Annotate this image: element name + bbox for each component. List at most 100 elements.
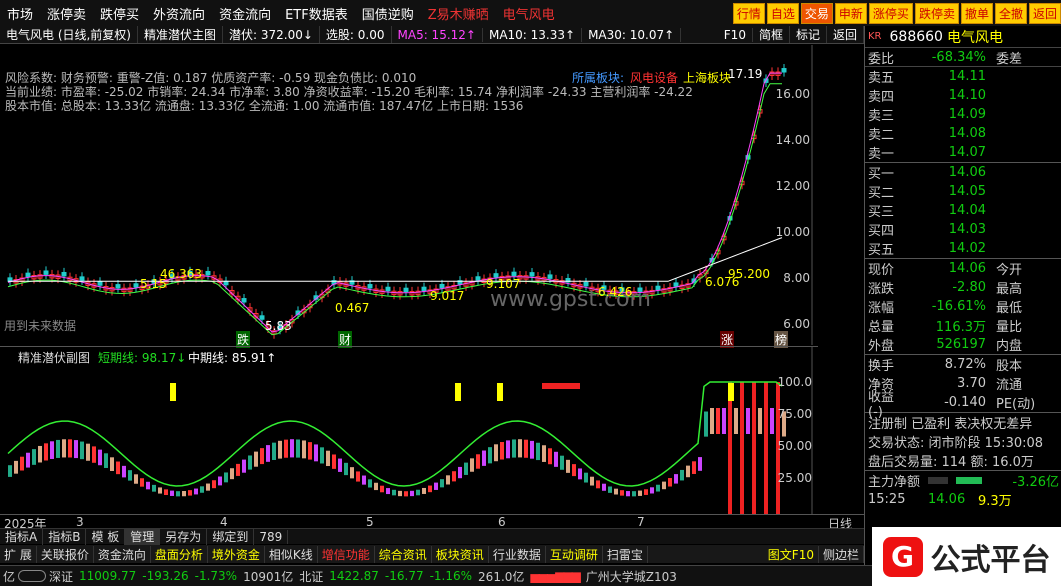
sub-bar [548, 448, 552, 465]
trade-button[interactable]: 交易 [800, 3, 833, 24]
tab-sidebar[interactable]: 侧边栏 [819, 545, 864, 563]
y-tick: 10.00 [775, 225, 810, 239]
period-bar-holder [0, 0, 1, 1]
signal-flag [497, 383, 503, 401]
tab-news[interactable]: 综合资讯 [375, 545, 432, 563]
tab-789[interactable]: 789 [254, 529, 289, 544]
menu-limit-down-buy[interactable]: 跌停买 [93, 4, 146, 23]
menu-etf-table[interactable]: ETF数据表 [278, 4, 355, 23]
quote-row: 换手 8.72% 股本 [865, 355, 1061, 374]
quote-value: 14.07 [948, 145, 986, 160]
tool-back[interactable]: 返回 [827, 26, 864, 43]
tab-template[interactable]: 模 板 [86, 528, 126, 545]
sub-bar [416, 489, 420, 496]
menu-repo[interactable]: 国债逆购 [355, 4, 421, 23]
tab-extend[interactable]: 扩 展 [0, 545, 37, 563]
tool-f10[interactable]: F10 [718, 27, 753, 42]
sub-bar [218, 476, 222, 486]
candle-body [241, 298, 247, 303]
candle-body [583, 281, 589, 287]
signal-flag [170, 383, 176, 401]
tab-interactive[interactable]: 互动调研 [546, 545, 603, 563]
candle-body [385, 286, 391, 292]
tab-bind[interactable]: 绑定到 [207, 528, 255, 545]
cancel-order-button[interactable]: 撤单 [960, 3, 993, 24]
sub-bar [56, 439, 60, 458]
quote-row: 卖五 14.11 [865, 67, 1061, 86]
quote-label: 外盘 [868, 339, 895, 354]
bz-change: -16.77 [384, 569, 424, 583]
sub-chart-panel[interactable]: 精准潜伏副图 短期线: 98.17↓ 中期线: 85.91↑ 100.0 75.… [0, 346, 818, 518]
quote-value: 116.3万 [935, 320, 986, 335]
menu-foreign-flow[interactable]: 外资流向 [146, 4, 212, 23]
sub-bar [296, 439, 300, 458]
quote-button[interactable]: 行情 [732, 3, 765, 24]
legend-ma5: MA5: 15.12↑ [392, 27, 483, 42]
sector-shanghai[interactable]: 上海板块 [683, 69, 731, 86]
cancel-all-button[interactable]: 全撤 [994, 3, 1027, 24]
limit-down-sell-button[interactable]: 跌停卖 [914, 3, 959, 24]
after-text: 盘后交易量: 114 额: 16.0万 [868, 455, 1034, 470]
back-button[interactable]: 返回 [1028, 3, 1061, 24]
sector-wind[interactable]: 风电设备 [630, 69, 678, 86]
ipo-button[interactable]: 申新 [834, 3, 867, 24]
sub-bar [482, 450, 486, 466]
tab-fund-flow[interactable]: 资金流向 [94, 545, 151, 563]
tab-indicator-b[interactable]: 指标B [43, 528, 87, 545]
tool-frame[interactable]: 简框 [753, 26, 790, 43]
menu-market[interactable]: 市场 [0, 4, 40, 23]
sub-bar [590, 476, 594, 486]
tab-sector-news[interactable]: 板块资讯 [432, 545, 489, 563]
tab-market-analysis[interactable]: 盘面分析 [151, 545, 208, 563]
indicator-name[interactable]: 精准潜伏主图 [138, 26, 224, 43]
stock-name: 电气风电 [946, 29, 1003, 46]
tab-similar-k[interactable]: 相似K线 [265, 545, 318, 563]
sub-bar [290, 439, 294, 458]
wb-value: -68.34% [931, 49, 986, 65]
sub-bar [608, 486, 612, 493]
sub-bar [758, 408, 762, 434]
quote-value: 14.09 [948, 107, 986, 122]
brand-logo: G 公式平台 [872, 527, 1061, 586]
menu-limit-up-sell[interactable]: 涨停卖 [40, 4, 93, 23]
sub-bar [8, 465, 12, 477]
quote-value: 14.05 [948, 184, 986, 199]
quote-label2: 最低 [996, 301, 1023, 316]
sub-bar [398, 490, 402, 497]
logo-icon: G [882, 536, 923, 577]
tool-mark[interactable]: 标记 [790, 26, 827, 43]
tab-related-quote[interactable]: 关联报价 [37, 545, 94, 563]
watchlist-button[interactable]: 自选 [766, 3, 799, 24]
menu-fund-flow[interactable]: 资金流向 [212, 4, 278, 23]
sub-bar [446, 475, 450, 485]
after-row: 盘后交易量: 114 额: 16.0万 [865, 451, 1061, 470]
sub-indicator-chart[interactable] [0, 347, 818, 518]
tab-mine-sweep[interactable]: 扫雷宝 [603, 545, 648, 563]
tab-manage[interactable]: 管理 [125, 528, 161, 545]
sub-bar [692, 461, 696, 474]
sub-bar [404, 491, 408, 497]
tab-f10[interactable]: 图文F10 [764, 545, 819, 563]
tab-credit[interactable]: 增信功能 [318, 545, 375, 563]
tab-foreign-funds[interactable]: 境外资金 [208, 545, 265, 563]
tab-industry-data[interactable]: 行业数据 [489, 545, 546, 563]
bz-pct: -1.16% [429, 569, 473, 583]
sub-bar [584, 472, 588, 483]
toggle-icon[interactable] [18, 570, 47, 582]
sub-bar [644, 489, 648, 495]
point-label: 9.017 [430, 289, 465, 303]
sub-bar [602, 483, 606, 491]
x-axis: 2025年 3 4 5 6 7 日线 [0, 514, 864, 531]
candle-body [7, 277, 13, 282]
tab-save-as[interactable]: 另存为 [160, 528, 208, 545]
sub-bar [212, 480, 216, 489]
ma30-line [8, 237, 783, 282]
sub-y-tick: 75.00 [777, 407, 812, 421]
quote-value: 14.04 [948, 203, 986, 218]
main-chart-panel[interactable]: 风险系数: 财务预警: 重警-Z值: 0.187 优质资产率: -0.59 现金… [0, 45, 818, 348]
tab-indicator-a[interactable]: 指标A [0, 528, 44, 545]
quote-value: 526197 [936, 337, 986, 352]
sub-bar [434, 482, 438, 490]
x-month: 5 [366, 515, 374, 529]
limit-up-buy-button[interactable]: 涨停买 [868, 3, 913, 24]
